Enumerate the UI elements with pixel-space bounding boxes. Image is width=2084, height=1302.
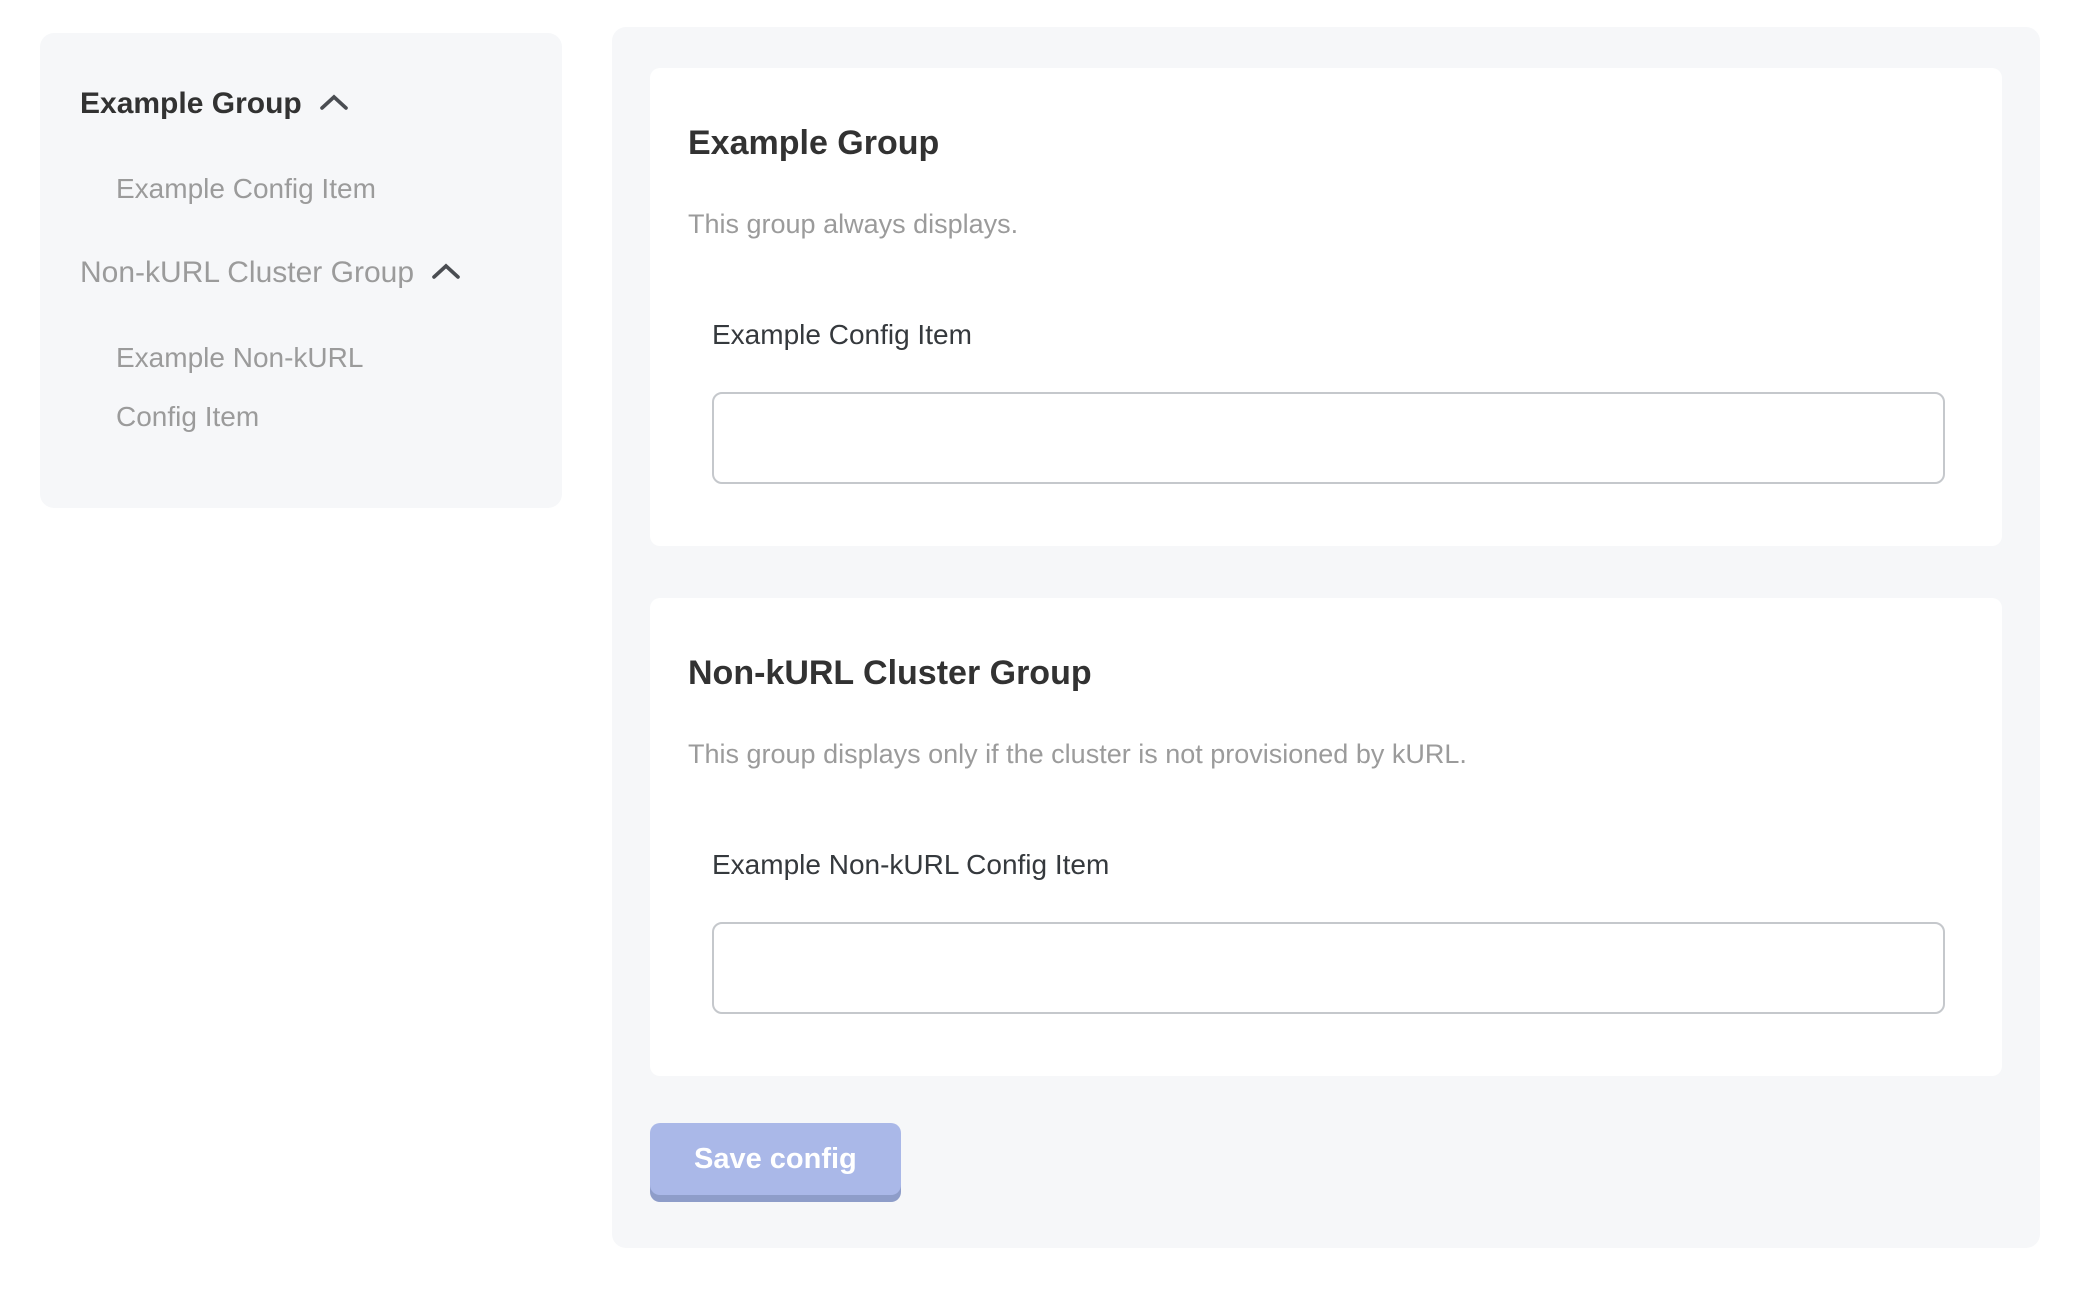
sidebar-group-example-group[interactable]: Example Group <box>80 86 522 122</box>
example-config-item-input[interactable] <box>712 392 1945 484</box>
config-field-label: Example Non-kURL Config Item <box>712 848 1945 882</box>
chevron-up-icon <box>318 86 350 122</box>
example-non-kurl-config-item-input[interactable] <box>712 922 1945 1014</box>
save-config-button[interactable]: Save config <box>650 1123 901 1195</box>
config-group-card-non-kurl-cluster-group: Non-kURL Cluster Group This group displa… <box>650 598 2002 1076</box>
sidebar-item-label: Example Config Item <box>116 173 376 204</box>
config-field-label: Example Config Item <box>712 318 1945 352</box>
config-field: Example Non-kURL Config Item <box>712 848 1945 1014</box>
sidebar-group-label: Example Group <box>80 86 302 122</box>
group-description: This group displays only if the cluster … <box>688 738 1945 770</box>
group-title: Example Group <box>688 123 1945 164</box>
sidebar-item-example-config-item[interactable]: Example Config Item <box>116 159 416 218</box>
sidebar-item-label: Example Non-kURL Config Item <box>116 342 362 432</box>
chevron-up-icon <box>430 255 462 291</box>
config-field: Example Config Item <box>712 318 1945 484</box>
config-main-panel: Example Group This group always displays… <box>612 27 2040 1248</box>
config-nav-sidebar: Example Group Example Config Item Non-kU… <box>40 33 562 508</box>
group-description: This group always displays. <box>688 208 1945 240</box>
sidebar-group-label: Non-kURL Cluster Group <box>80 255 414 291</box>
config-group-card-example-group: Example Group This group always displays… <box>650 68 2002 546</box>
sidebar-group-non-kurl-cluster-group[interactable]: Non-kURL Cluster Group <box>80 255 522 291</box>
sidebar-item-example-non-kurl-config-item[interactable]: Example Non-kURL Config Item <box>116 328 416 446</box>
group-title: Non-kURL Cluster Group <box>688 653 1945 694</box>
